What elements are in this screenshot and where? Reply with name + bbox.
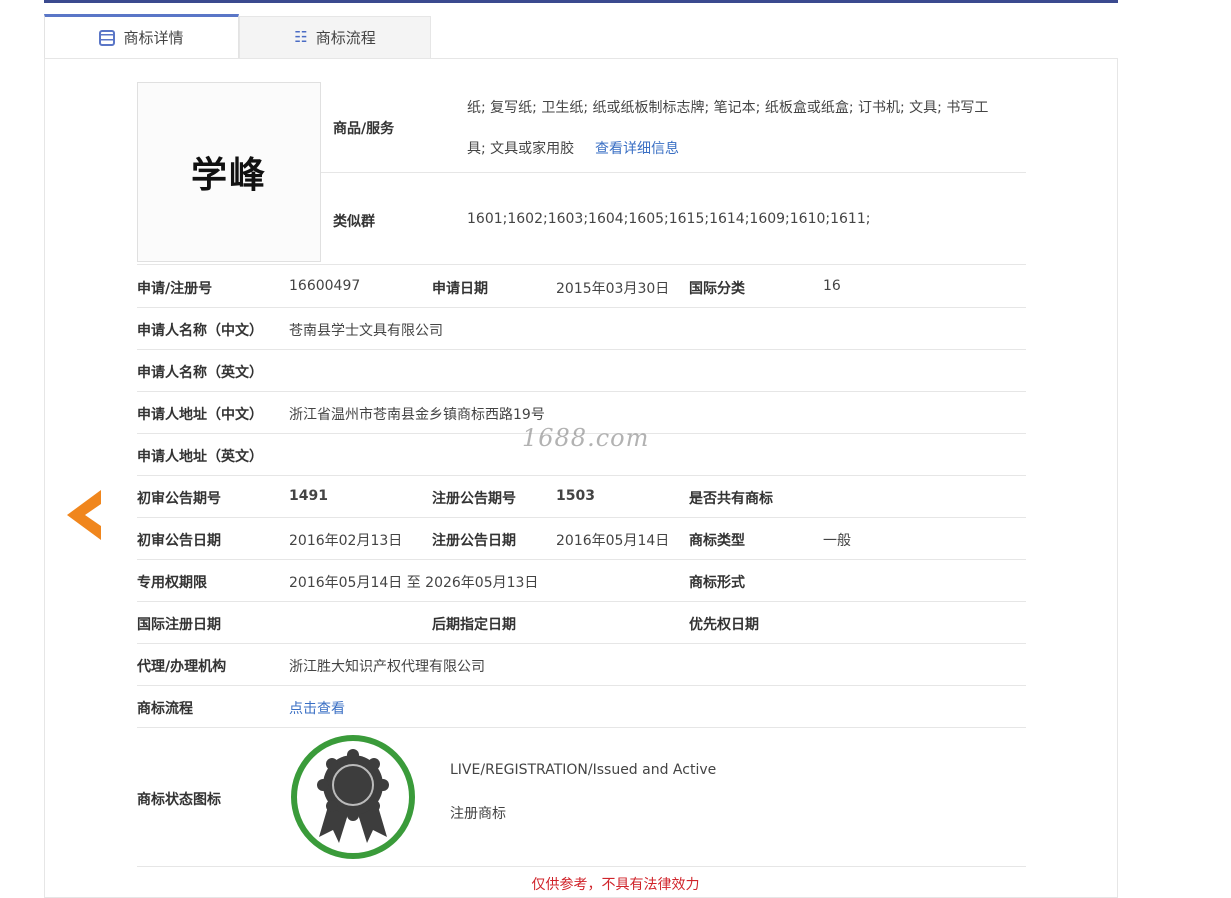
disclaimer-note: 仅供参考，不具有法律效力 <box>531 877 700 893</box>
tab-bar: 商标详情 ☷ 商标流程 <box>44 14 1118 58</box>
process-view-link[interactable]: 点击查看 <box>289 698 345 718</box>
divider <box>137 307 1026 308</box>
agency-label: 代理/办理机构 <box>137 659 227 675</box>
goods-line-1: 纸; 复写纸; 卫生纸; 纸或纸板制标志牌; 笔记本; 纸板盒或纸盒; 订书机;… <box>467 100 989 116</box>
address-cn-label: 申请人地址（中文） <box>137 407 263 423</box>
goods-label: 商品/服务 <box>333 121 395 137</box>
goods-line-2: 具; 文具或家用胶 <box>467 141 575 157</box>
process-label: 商标流程 <box>137 701 193 717</box>
similar-group-value: 1601;1602;1603;1604;1605;1615;1614;1609;… <box>467 211 871 227</box>
top-accent-bar <box>44 0 1118 3</box>
priority-date-label: 优先权日期 <box>689 617 759 633</box>
list-icon: ☷ <box>294 28 308 46</box>
applicant-en-label: 申请人名称（英文） <box>137 365 263 381</box>
reg-notice-no-value: 1503 <box>556 488 595 504</box>
apply-date-value: 2015年03月30日 <box>556 281 670 297</box>
status-cn-value: 注册商标 <box>450 806 506 822</box>
tm-type-value: 一般 <box>823 533 851 549</box>
document-icon <box>99 29 116 46</box>
reg-no-value: 16600497 <box>289 278 361 294</box>
divider <box>137 866 1026 867</box>
reg-notice-no-label: 注册公告期号 <box>432 491 516 507</box>
watermark-text: 1688.com <box>522 424 650 452</box>
applicant-cn-value: 苍南县学士文具有限公司 <box>289 323 443 339</box>
similar-group-label: 类似群 <box>333 214 375 230</box>
status-en-value: LIVE/REGISTRATION/Issued and Active <box>450 762 717 778</box>
divider <box>137 264 1026 265</box>
divider <box>137 475 1026 476</box>
tm-type-label: 商标类型 <box>689 533 745 549</box>
exclusive-period-label: 专用权期限 <box>137 575 207 591</box>
apply-date-label: 申请日期 <box>432 281 488 297</box>
divider <box>137 349 1026 350</box>
intl-class-label: 国际分类 <box>689 281 745 297</box>
trademark-logo-text: 学峰 <box>190 154 267 196</box>
address-cn-value: 浙江省温州市苍南县金乡镇商标西路19号 <box>289 407 545 423</box>
previous-arrow-icon[interactable] <box>67 490 101 540</box>
tab-label: 商标流程 <box>315 29 376 47</box>
exclusive-period-value: 2016年05月14日 至 2026年05月13日 <box>289 575 539 591</box>
reg-no-label: 申请/注册号 <box>137 281 213 297</box>
prelim-date-label: 初审公告日期 <box>137 533 221 549</box>
divider <box>137 601 1026 602</box>
prelim-no-value: 1491 <box>289 488 328 504</box>
divider <box>137 727 1026 728</box>
reg-notice-date-label: 注册公告日期 <box>432 533 516 549</box>
prelim-no-label: 初审公告期号 <box>137 491 221 507</box>
later-date-label: 后期指定日期 <box>432 617 516 633</box>
applicant-cn-label: 申请人名称（中文） <box>137 323 263 339</box>
tab-label: 商标详情 <box>123 29 184 47</box>
divider <box>137 559 1026 560</box>
divider <box>137 517 1026 518</box>
address-en-label: 申请人地址（英文） <box>137 449 263 465</box>
divider <box>321 172 1026 173</box>
reg-notice-date-value: 2016年05月14日 <box>556 533 670 549</box>
view-detail-link[interactable]: 查看详细信息 <box>595 138 679 158</box>
tm-form-label: 商标形式 <box>689 575 745 591</box>
shared-trademark-label: 是否共有商标 <box>689 491 773 507</box>
divider <box>137 685 1026 686</box>
status-icon-label: 商标状态图标 <box>137 792 221 808</box>
intl-class-value: 16 <box>823 278 841 294</box>
tab-trademark-detail[interactable]: 商标详情 <box>44 14 239 58</box>
intl-reg-date-label: 国际注册日期 <box>137 617 221 633</box>
prelim-date-value: 2016年02月13日 <box>289 533 403 549</box>
registered-badge-icon <box>291 735 415 859</box>
trademark-image: 学峰 <box>137 82 321 262</box>
divider <box>137 391 1026 392</box>
tab-trademark-flow[interactable]: ☷ 商标流程 <box>239 16 431 58</box>
divider <box>137 643 1026 644</box>
agency-value: 浙江胜大知识产权代理有限公司 <box>289 659 485 675</box>
